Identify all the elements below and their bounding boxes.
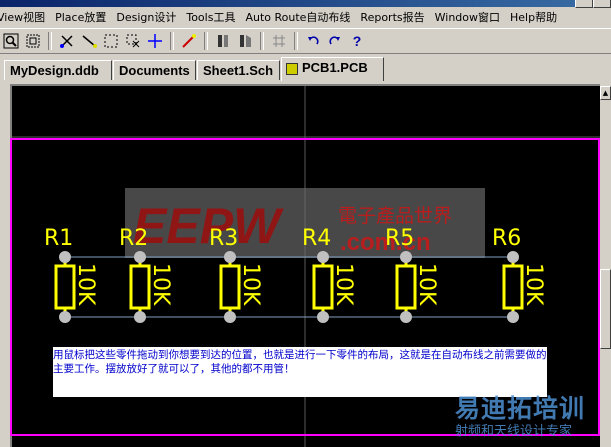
component-value-label: 10K	[521, 263, 546, 306]
component-value-label: 10K	[238, 263, 263, 306]
resistor-body-outline	[129, 264, 151, 310]
resistor-body-outline	[502, 264, 524, 310]
pad	[134, 311, 146, 323]
pad	[224, 251, 236, 263]
pad	[134, 251, 146, 263]
component-ref-label: R2	[119, 226, 148, 251]
component-value-label: 10K	[148, 263, 173, 306]
component-ref-label: R3	[209, 226, 238, 251]
pad	[400, 251, 412, 263]
component-ref-label: R1	[44, 226, 73, 251]
pad	[59, 251, 71, 263]
resistor-body-outline	[54, 264, 76, 310]
pad	[317, 311, 329, 323]
resistor-body-outline	[219, 264, 241, 310]
pad	[317, 251, 329, 263]
component-value-label: 10K	[331, 263, 356, 306]
component-ref-label: R6	[492, 226, 521, 251]
pad	[507, 311, 519, 323]
component-value-label: 10K	[414, 263, 439, 306]
eepw-tagline: 電子產品世界	[338, 205, 452, 227]
component-ref-label: R4	[302, 226, 331, 251]
corner-watermark-subtitle: 射频和天线设计专家	[455, 424, 573, 439]
resistor-r6[interactable]: R610K	[492, 226, 546, 323]
component-ref-label: R5	[385, 226, 414, 251]
pad	[400, 311, 412, 323]
resistor-body-outline	[395, 264, 417, 310]
instruction-caption: 用鼠标把这些零件拖动到你想要到达的位置，也就是进行一下零件的布局，这就是在自动布…	[53, 347, 547, 397]
pad	[224, 311, 236, 323]
corner-watermark-title: 易迪拓培训	[455, 394, 586, 423]
resistor-body-outline	[312, 264, 334, 310]
corner-watermark: 易迪拓培训 射频和天线设计专家	[455, 394, 611, 447]
pad	[507, 251, 519, 263]
pad	[59, 311, 71, 323]
component-value-label: 10K	[73, 263, 98, 306]
resistor-r1[interactable]: R110K	[44, 226, 98, 323]
